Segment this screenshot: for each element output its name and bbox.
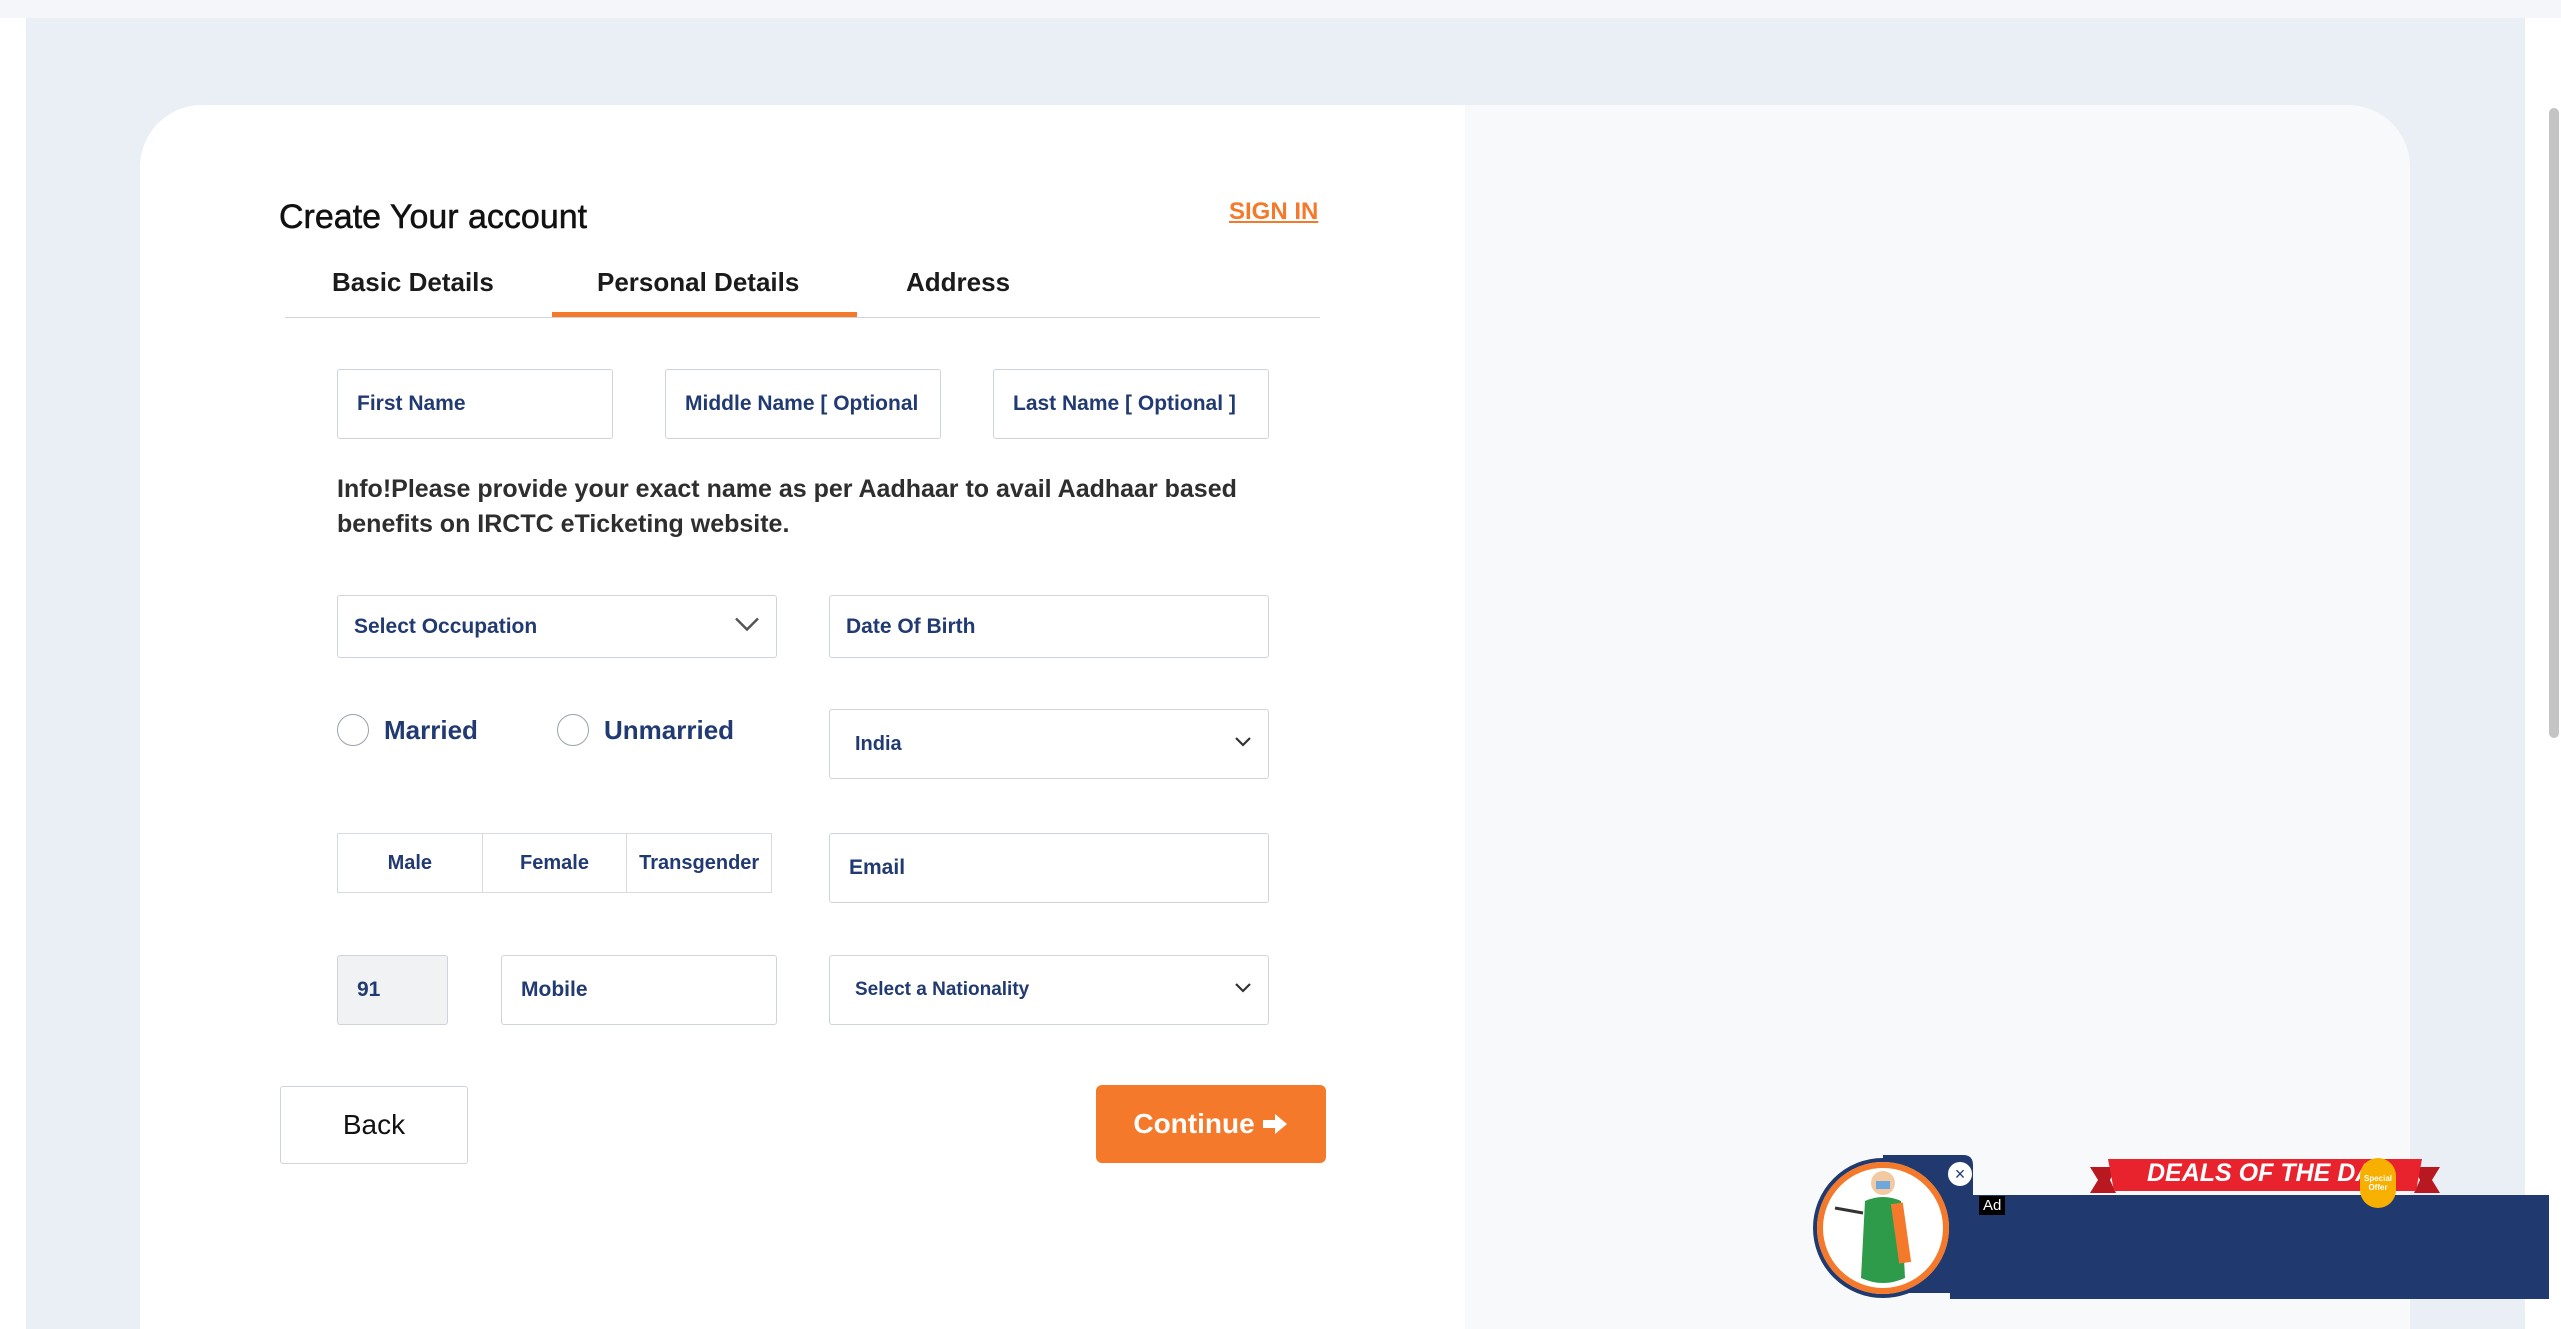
tab-personal-details[interactable]: Personal Details [597, 267, 799, 298]
middle-name-input[interactable]: Middle Name [ Optional [665, 369, 941, 439]
ad-label: Ad [1979, 1196, 2006, 1215]
email-input[interactable]: Email [829, 833, 1269, 903]
gender-female-option[interactable]: Female [483, 834, 628, 892]
page-title: Create Your account [279, 198, 588, 237]
page-scrollbar[interactable] [2549, 108, 2559, 738]
radio-circle[interactable] [557, 714, 589, 746]
nationality-selected: Select a Nationality [855, 979, 1030, 1000]
sign-in-link[interactable]: SIGN IN [1229, 198, 1318, 226]
side-panel [1465, 105, 2410, 1329]
last-name-input[interactable]: Last Name [ Optional ] [993, 369, 1269, 439]
first-name-input[interactable]: First Name [337, 369, 613, 439]
unmarried-radio[interactable]: Unmarried [557, 714, 734, 746]
chevron-down-icon [1234, 735, 1252, 753]
aadhaar-info-text: Info!Please provide your exact name as p… [337, 475, 1237, 538]
married-label: Married [384, 714, 478, 745]
ad-banner[interactable] [1950, 1195, 2549, 1299]
mobile-input[interactable]: Mobile [501, 955, 777, 1025]
active-tab-indicator [552, 312, 857, 317]
country-select[interactable]: India [829, 709, 1269, 779]
tab-basic-details[interactable]: Basic Details [332, 267, 494, 298]
dob-placeholder: Date Of Birth [846, 614, 976, 638]
continue-label: Continue [1133, 1108, 1255, 1139]
occupation-selected: Select Occupation [354, 614, 538, 638]
chevron-down-icon [1234, 981, 1252, 999]
arrow-right-icon [1262, 1114, 1287, 1134]
special-offer-badge: Special Offer [2360, 1158, 2396, 1208]
gender-male-option[interactable]: Male [338, 834, 483, 892]
continue-button[interactable]: Continue [1096, 1085, 1326, 1163]
isd-code-field: 91 [337, 955, 448, 1025]
back-button[interactable]: Back [280, 1086, 468, 1164]
first-name-placeholder: First Name [357, 392, 466, 415]
middle-name-placeholder: Middle Name [ Optional [685, 392, 919, 415]
email-placeholder: Email [849, 856, 906, 879]
unmarried-label: Unmarried [604, 714, 735, 745]
tab-address[interactable]: Address [906, 267, 1010, 298]
married-radio[interactable]: Married [337, 714, 478, 746]
occupation-select[interactable]: Select Occupation [337, 595, 777, 658]
mobile-placeholder: Mobile [521, 978, 588, 1001]
top-strip [0, 0, 2561, 18]
radio-circle[interactable] [337, 714, 369, 746]
gender-transgender-option[interactable]: Transgender [627, 834, 771, 892]
chevron-down-icon [734, 616, 760, 637]
deals-headline: DEALS OF THE DAY [2147, 1159, 2389, 1187]
close-icon[interactable]: × [1947, 1161, 1973, 1187]
last-name-placeholder: Last Name [ Optional ] [1013, 392, 1236, 415]
country-selected: India [855, 732, 902, 755]
gender-toggle-group: Male Female Transgender [337, 833, 772, 893]
date-of-birth-input[interactable]: Date Of Birth [829, 595, 1269, 658]
tab-bar: Basic Details Personal Details Address [285, 255, 1320, 318]
nationality-select[interactable]: Select a Nationality [829, 955, 1269, 1025]
isd-code-value: 91 [357, 978, 381, 1001]
